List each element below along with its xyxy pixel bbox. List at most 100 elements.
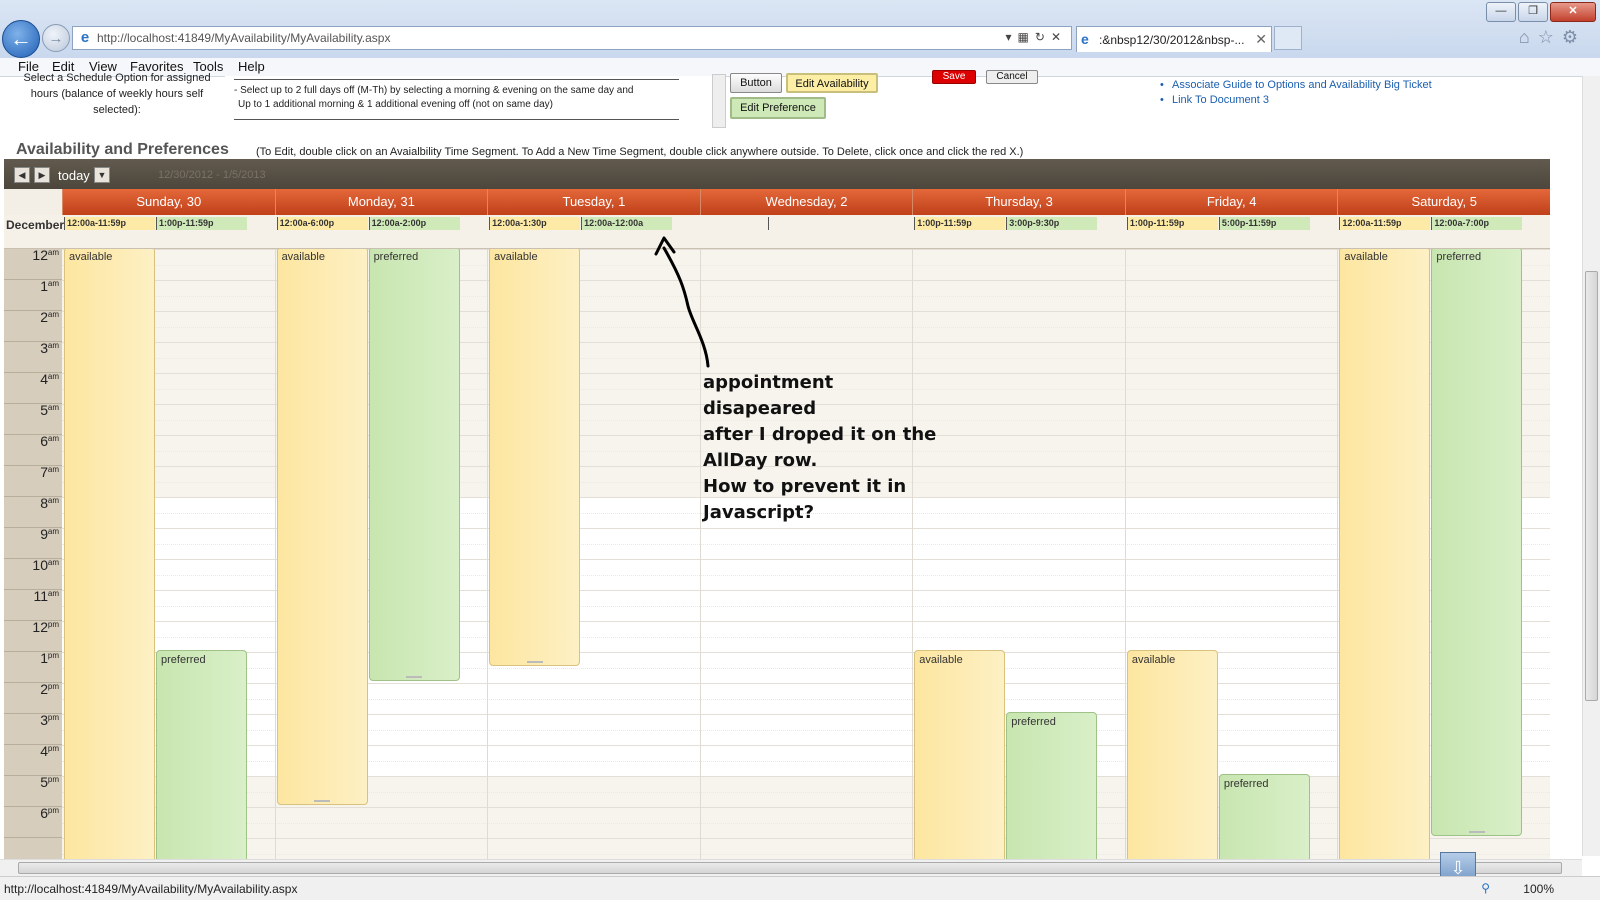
hour-ampm: am — [47, 527, 59, 536]
preferred-event[interactable]: preferred — [1218, 774, 1310, 859]
available-event[interactable]: available — [276, 249, 368, 805]
new-tab-button[interactable] — [1274, 26, 1302, 50]
allday-segment[interactable]: 5:00p-11:59p — [1218, 217, 1310, 230]
browser-titlebar: ← → e http://localhost:41849/MyAvailabil… — [0, 0, 1600, 58]
preferred-event[interactable]: preferred — [368, 249, 460, 681]
menu-help[interactable]: Help — [238, 59, 265, 74]
browser-tab[interactable]: e :&nbsp12/30/2012&nbsp-... ✕ — [1076, 26, 1272, 52]
close-window-button[interactable]: ✕ — [1550, 2, 1596, 22]
page-title: Availability and Preferences — [16, 141, 229, 158]
schedule-option-text-2[interactable]: Up to 1 additional morning & 1 additiona… — [238, 99, 553, 110]
day-divider — [1337, 249, 1339, 859]
edit-preference-button[interactable]: Edit Preference — [730, 97, 826, 119]
allday-segment[interactable]: 12:00a-11:59p — [1339, 217, 1431, 230]
calendar-grid[interactable]: available preferred available preferred avai… — [62, 249, 1550, 859]
preferred-event[interactable]: preferred — [156, 650, 247, 859]
hour-ampm: pm — [47, 744, 59, 753]
allday-segment[interactable]: 12:00a-11:59p — [64, 217, 155, 230]
document-3-link[interactable]: Link To Document 3 — [1160, 93, 1432, 108]
hour-ampm: am — [47, 372, 59, 381]
allday-segment[interactable]: 12:00a-2:00p — [368, 217, 460, 230]
half-hour-line — [62, 822, 1550, 824]
available-event[interactable]: available — [1339, 249, 1431, 859]
resize-grip[interactable] — [526, 660, 543, 663]
hour-ampm: am — [47, 341, 59, 350]
page-horizontal-scrollbar[interactable] — [0, 859, 1582, 876]
vertical-scroll-thumb[interactable] — [1585, 271, 1598, 701]
allday-empty-marker — [767, 217, 771, 230]
available-event[interactable]: available — [1126, 650, 1218, 859]
allday-segment[interactable]: 1:00p-11:59p — [1126, 217, 1218, 230]
available-event[interactable]: available — [64, 249, 155, 859]
resize-grip[interactable] — [406, 676, 423, 678]
back-button[interactable]: ← — [2, 20, 40, 58]
refresh-icon[interactable]: ↻ — [1035, 30, 1051, 44]
schedule-option-list[interactable]: - Select up to 2 full days off (M-Th) by… — [225, 76, 717, 130]
hour-ampm: am — [47, 434, 59, 443]
allday-segment[interactable]: 1:00p-11:59p — [914, 217, 1006, 230]
address-bar[interactable]: e http://localhost:41849/MyAvailability/… — [72, 26, 1072, 50]
address-tools[interactable]: ▾▦↻✕ — [1006, 30, 1068, 44]
annotation-line: after I droped it on the — [703, 424, 937, 445]
minimize-button[interactable]: — — [1486, 2, 1516, 22]
compat-view-icon[interactable]: ▦ — [1018, 30, 1035, 44]
cancel-button[interactable]: Cancel — [986, 70, 1038, 84]
allday-segment[interactable]: 12:00a-6:00p — [276, 217, 368, 230]
horizontal-scroll-thumb[interactable] — [18, 862, 1562, 874]
associate-guide-link[interactable]: Associate Guide to Options and Availabil… — [1160, 78, 1432, 93]
allday-segment[interactable]: 12:00a-12:00a — [581, 217, 673, 230]
annotation-line: AllDay row. — [703, 450, 818, 471]
hour-label: 2 am — [4, 309, 62, 342]
annotation-text: appointment disapeared after I droped it… — [703, 370, 943, 526]
divider — [234, 119, 679, 120]
event-label: available — [494, 251, 538, 263]
day-header: Tuesday, 1 — [487, 189, 700, 215]
hour-number: 5 — [40, 774, 48, 790]
forward-button[interactable]: → — [42, 24, 70, 52]
view-dropdown-button[interactable]: ▼ — [94, 167, 110, 183]
hour-label: 3 am — [4, 340, 62, 373]
event-label: available — [1344, 251, 1388, 263]
available-event[interactable]: available — [914, 650, 1006, 859]
allday-segment[interactable]: 1:00p-11:59p — [156, 217, 247, 230]
tab-close-icon[interactable]: ✕ — [1255, 31, 1267, 48]
schedule-option-text-1[interactable]: - Select up to 2 full days off (M-Th) by… — [234, 85, 633, 96]
available-event[interactable]: available — [489, 249, 581, 666]
generic-button[interactable]: Button — [730, 73, 782, 93]
allday-row[interactable]: December 12:00a-11:59p 1:00p-11:59p 12:00a… — [4, 215, 1550, 249]
home-icon[interactable]: ⌂ — [1519, 27, 1538, 47]
allday-segment[interactable]: 12:00a-7:00p — [1431, 217, 1523, 230]
hour-ampm: am — [47, 279, 59, 288]
allday-segment[interactable]: 12:00a-1:30p — [489, 217, 581, 230]
hour-label: 12 am — [4, 249, 62, 280]
resize-grip[interactable] — [1468, 831, 1485, 833]
page-vertical-scrollbar[interactable] — [1582, 76, 1600, 856]
preferred-event[interactable]: preferred — [1431, 249, 1523, 836]
settings-gear-icon[interactable]: ⚙ — [1562, 27, 1586, 47]
allday-segment[interactable]: 3:00p-9:30p — [1006, 217, 1098, 230]
today-button[interactable]: today — [58, 168, 90, 183]
event-label: available — [69, 251, 113, 263]
event-label: preferred — [373, 251, 419, 263]
address-url[interactable]: http://localhost:41849/MyAvailability/My… — [97, 31, 390, 45]
hour-line — [62, 807, 1550, 808]
calendar-help-text: (To Edit, double click on an Avaialbilit… — [256, 146, 1024, 158]
prev-week-button[interactable]: ◀ — [14, 167, 30, 183]
hour-ampm: pm — [47, 651, 59, 660]
save-button[interactable]: Save — [932, 70, 976, 84]
status-url: http://localhost:41849/MyAvailability/My… — [4, 882, 298, 896]
favorites-star-icon[interactable]: ☆ — [1538, 27, 1562, 47]
edit-availability-button[interactable]: Edit Availability — [786, 73, 878, 93]
event-label: preferred — [1223, 778, 1269, 790]
next-week-button[interactable]: ▶ — [34, 167, 50, 183]
maximize-button[interactable]: ❐ — [1518, 2, 1548, 22]
schedule-list-scrollbar[interactable] — [712, 74, 726, 128]
event-label: preferred — [1011, 716, 1056, 728]
hour-ampm: pm — [47, 806, 59, 815]
preferred-event[interactable]: preferred — [1006, 712, 1098, 859]
stop-icon[interactable]: ✕ — [1051, 30, 1067, 44]
hour-number: 3 — [40, 712, 48, 728]
dropdown-icon[interactable]: ▾ — [1006, 30, 1018, 44]
resize-grip[interactable] — [314, 800, 331, 802]
zoom-level[interactable]: 100% — [1523, 882, 1554, 896]
